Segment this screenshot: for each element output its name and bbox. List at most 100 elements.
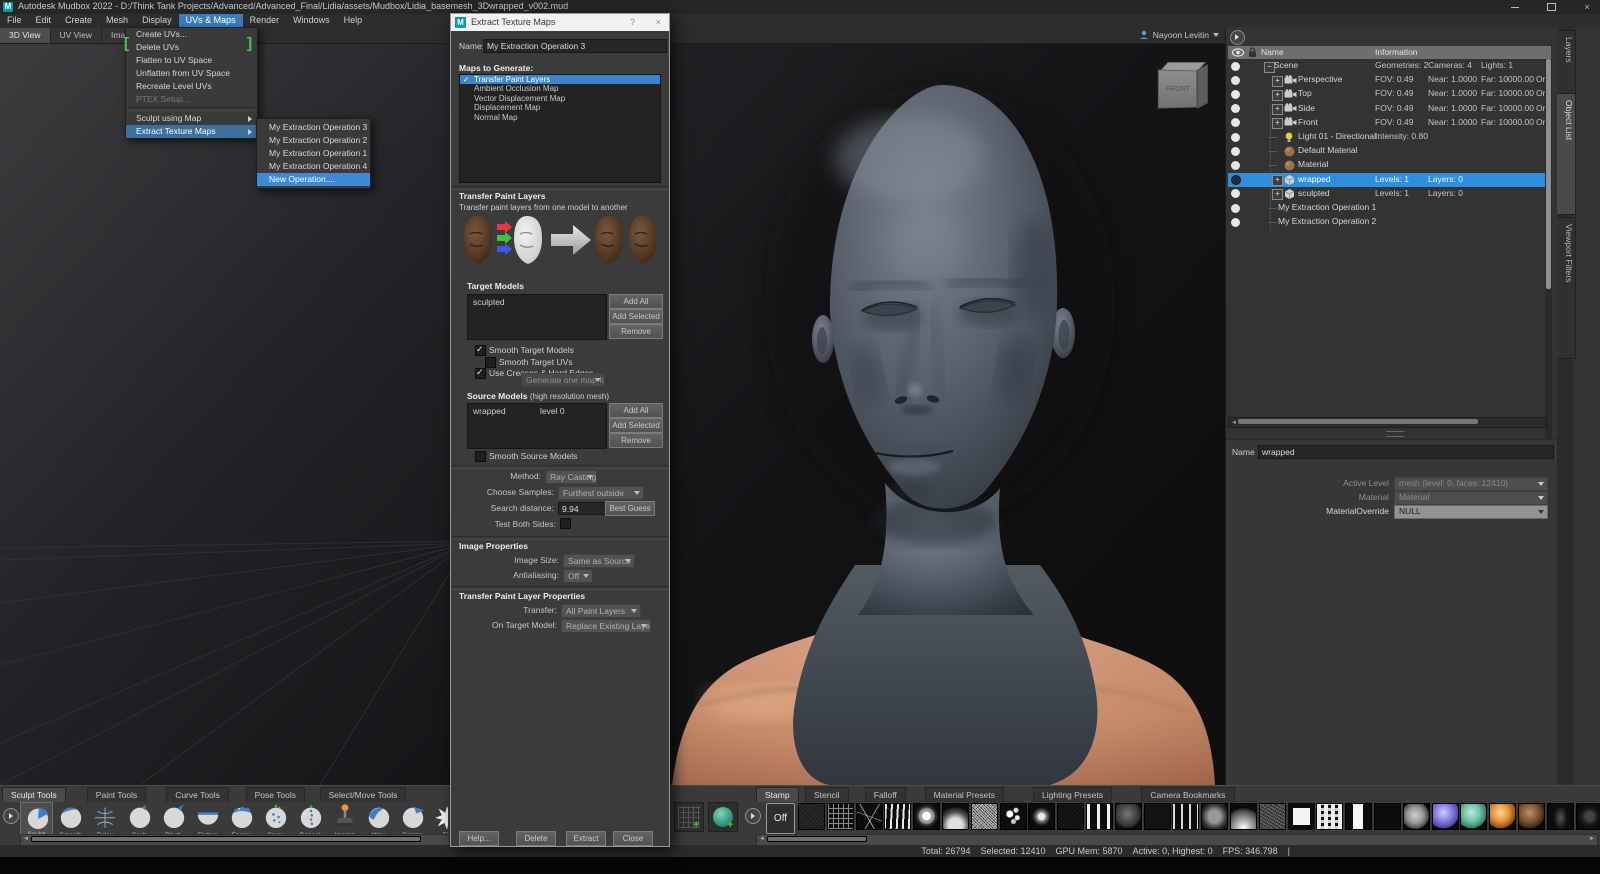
menu-edit[interactable]: Edit [29,14,59,27]
on-target-model-dropdown[interactable]: Replace Existing Layers [561,619,651,633]
materialoverride-dropdown[interactable]: NULL [1394,505,1548,519]
object-row-light-01-directional[interactable]: Light 01 - DirectionalIntensity: 0.80 [1228,130,1551,144]
stamp-thumb-noisesphere[interactable] [1115,803,1142,830]
stamp-thumb-softblob[interactable] [942,803,969,830]
visibility-dot[interactable] [1231,118,1240,127]
close-button[interactable]: Close [613,831,653,846]
tray-tab-stencil[interactable]: Stencil [805,787,849,802]
stamp-thumb-scratch[interactable] [856,803,883,830]
view-tab-uv-view[interactable]: UV View [51,28,102,43]
tray-tab-camera-bookmarks[interactable]: Camera Bookmarks [1141,787,1234,802]
help-button[interactable]: Help... [459,831,499,846]
tool-wax[interactable]: Wax [362,802,395,838]
map-option-displacement-map[interactable]: Displacement Map [460,103,660,112]
add-all-button[interactable]: Add All [609,403,663,418]
stamp-thumb-splat[interactable] [913,803,940,830]
stamp-thumb-noiseblob[interactable] [1201,803,1228,830]
tray-tab-material-presets[interactable]: Material Presets [925,787,1004,802]
visibility-dot[interactable] [1231,161,1240,170]
tools-collapse-button[interactable] [3,808,19,824]
stamp-thumb-figure[interactable] [1547,803,1574,830]
menu-item-delete-uvs[interactable]: Delete UVs [126,41,257,54]
object-row-default-material[interactable]: Default Material [1228,144,1551,158]
tool-tab-paint-tools[interactable]: Paint Tools [87,787,146,802]
map-mode-dropdown[interactable]: Generate one map for all targets [521,373,605,387]
stamp-thumb-nearblack[interactable] [1374,803,1401,830]
menu-mesh[interactable]: Mesh [99,14,135,27]
tool-tab-curve-tools[interactable]: Curve Tools [166,787,229,802]
object-list-vertical-scrollbar[interactable] [1545,59,1552,452]
menu-help[interactable]: Help [337,14,370,27]
target-models-list[interactable]: sculpted [467,294,607,340]
visibility-dot[interactable] [1231,189,1240,198]
column-name[interactable]: Name [1261,47,1284,57]
view-cube[interactable]: FRONT [1157,60,1209,114]
map-option-normal-map[interactable]: Normal Map [460,113,660,122]
tool-tab-sculpt-tools[interactable]: Sculpt Tools [2,787,66,802]
test-both-sides-checkbox[interactable] [560,518,571,529]
expand-toggle[interactable]: + [1272,104,1283,115]
visibility-dot[interactable] [1231,133,1240,142]
object-row-sculpted[interactable]: +sculptedLevels: 1Layers: 0 [1228,187,1551,201]
user-account-menu[interactable]: Nayoon Levitin [1139,28,1219,41]
add-all-button[interactable]: Add All [609,294,663,309]
tool-tab-select-move-tools[interactable]: Select/Move Tools [320,787,407,802]
remove-button[interactable]: Remove [609,433,663,448]
source-model-item[interactable]: wrapped [473,406,506,416]
map-option-vector-displacement-map[interactable]: Vector Displacement Map [460,94,660,103]
choose-samples-dropdown[interactable]: Furthest outside [558,486,644,500]
tool-relax[interactable]: Relax [88,802,121,838]
panel-collapse-button[interactable] [1230,30,1245,45]
stamp-thumb-gradsphere[interactable] [1230,803,1257,830]
menu-item-extract-texture-maps[interactable]: Extract Texture Maps [126,125,257,138]
visibility-dot[interactable] [1231,62,1240,71]
tool-spray[interactable]: Spray [259,802,292,838]
side-tab-object-list[interactable]: Object List [1557,93,1576,215]
stamp-thumb-smallblob[interactable] [1028,803,1055,830]
stamp-thumb-whitesquare[interactable] [1288,803,1315,830]
visibility-dot[interactable] [1231,90,1240,99]
view-tab-3d-view[interactable]: 3D View [0,28,51,43]
stamp-thumb-plaid[interactable] [827,803,854,830]
delete-button[interactable]: Delete [516,831,556,846]
stamp-thumb-brightnoise[interactable] [971,803,998,830]
object-row-top[interactable]: +TopFOV: 0.49Near: 1.0000Far: 10000.00Or… [1228,87,1551,101]
search-distance-input[interactable]: 9.94 [558,502,608,515]
tool-pinch[interactable]: Pinch [157,802,190,838]
tool-foamy[interactable]: Foamy [225,802,258,838]
submenu-item-my-extraction-operation-2[interactable]: My Extraction Operation 2 [257,134,370,147]
menu-item-unflatten-from-uv-space[interactable]: Unflatten from UV Space [126,67,257,80]
scroll-left-arrow-icon[interactable]: ◄ [759,836,765,842]
view-cube-front-face[interactable]: FRONT [1158,69,1197,108]
map-option-transfer-paint-layers[interactable]: Transfer Paint Layers✓ [460,75,660,84]
extract-button[interactable]: Extract [566,831,606,846]
expand-toggle[interactable]: + [1272,189,1283,200]
submenu-item-my-extraction-operation-4[interactable]: My Extraction Operation 4 [257,160,370,173]
menu-file[interactable]: File [0,14,29,27]
tool-flatten[interactable]: Flatten [191,802,224,838]
visibility-dot[interactable] [1231,175,1241,185]
antialiasing-dropdown[interactable]: Off [563,569,593,583]
object-row-my-extraction-operation-1[interactable]: My Extraction Operation 1 [1228,201,1551,215]
dialog-help-button[interactable]: ? [630,17,635,27]
side-tab-viewport-filters[interactable]: Viewport Filters [1557,217,1576,359]
visibility-dot[interactable] [1231,218,1240,227]
stamp-thumb-blocks[interactable] [1316,803,1343,830]
menu-display[interactable]: Display [135,14,179,27]
object-row-material[interactable]: Material [1228,158,1551,172]
tool-sculpt[interactable]: Sculpt [20,802,53,838]
stamp-thumb-speckle[interactable] [1259,803,1286,830]
map-option-ambient-occlusion-map[interactable]: Ambient Occlusion Map [460,84,660,93]
tool-scrape[interactable]: Scrape [396,802,429,838]
source-models-list[interactable]: wrapped level 0 [467,403,607,449]
tray-tab-lighting-presets[interactable]: Lighting Presets [1033,787,1112,802]
tool-grab[interactable]: Grab [123,802,156,838]
operation-name-input[interactable]: My Extraction Operation 3 [483,39,667,53]
minimize-button[interactable] [1508,1,1522,13]
use-creases-hard-edges-checkbox[interactable] [475,368,486,379]
add-selected-button[interactable]: Add Selected [609,418,663,433]
expand-toggle[interactable]: + [1272,175,1283,186]
scrollbar-thumb[interactable] [1238,419,1478,424]
smooth-source-models-checkbox[interactable] [475,451,486,462]
object-row-perspective[interactable]: +PerspectiveFOV: 0.49Near: 1.0000Far: 10… [1228,73,1551,87]
